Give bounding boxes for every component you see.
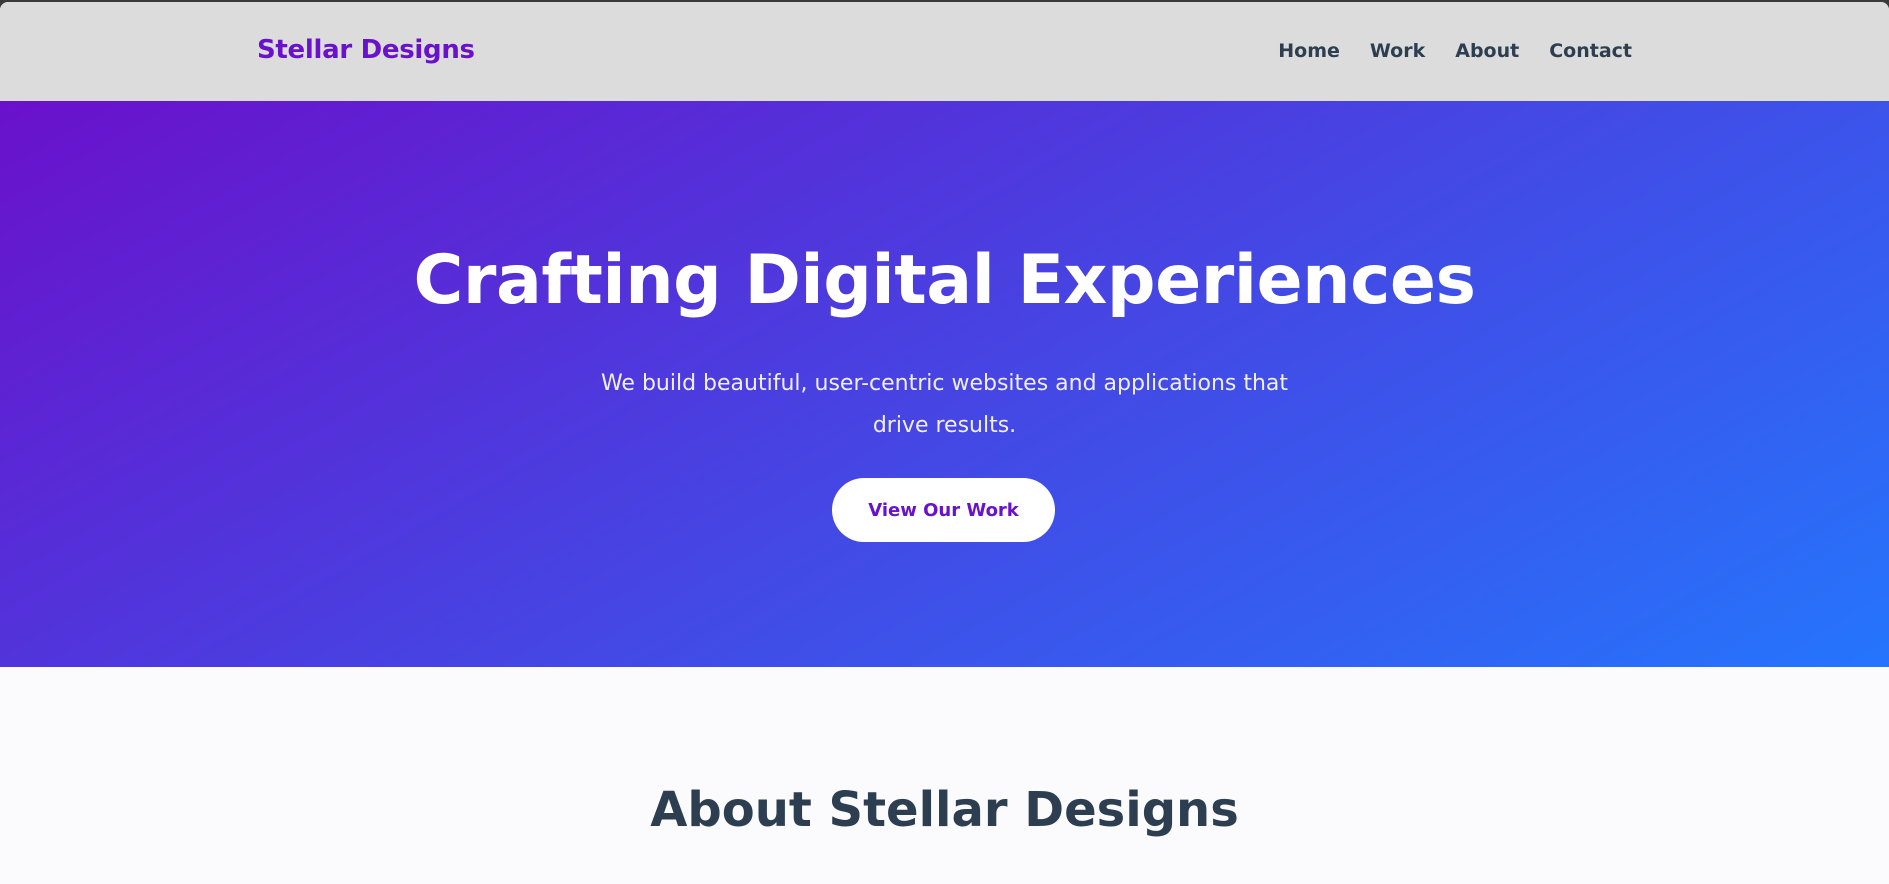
about-title: About Stellar Designs	[650, 782, 1239, 838]
main-nav: Home Work About Contact	[1278, 40, 1632, 62]
hero-section: Crafting Digital Experiences We build be…	[0, 101, 1889, 667]
hero-title: Crafting Digital Experiences	[413, 241, 1476, 320]
site-header: Stellar Designs Home Work About Contact	[0, 2, 1889, 101]
logo[interactable]: Stellar Designs	[257, 35, 475, 65]
nav-work[interactable]: Work	[1370, 40, 1425, 62]
hero-subtitle: We build beautiful, user-centric website…	[600, 371, 1289, 438]
nav-home[interactable]: Home	[1278, 40, 1340, 62]
view-our-work-button[interactable]: View Our Work	[832, 478, 1055, 542]
page: Stellar Designs Home Work About Contact …	[0, 2, 1889, 884]
nav-contact[interactable]: Contact	[1549, 40, 1632, 62]
nav-about[interactable]: About	[1455, 40, 1519, 62]
